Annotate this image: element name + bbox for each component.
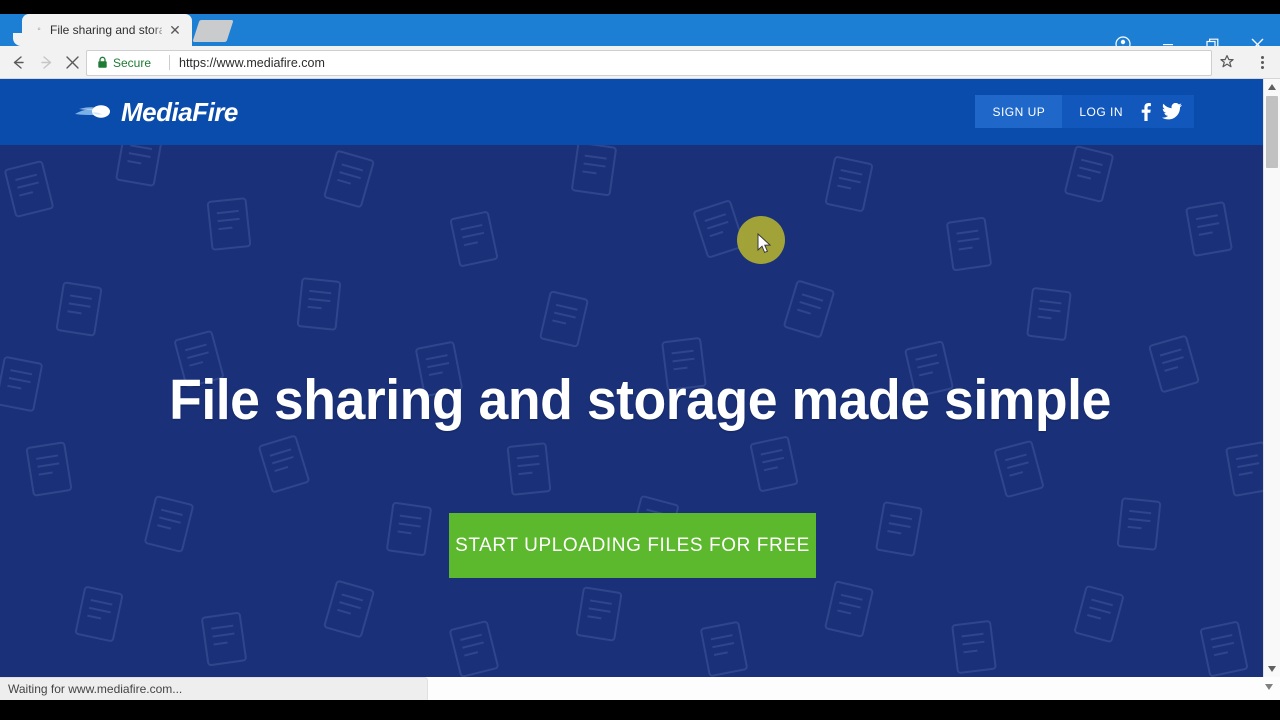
scroll-up-icon[interactable] (1264, 79, 1280, 95)
facebook-icon[interactable] (1137, 102, 1153, 121)
tab-strip: ◦ File sharing and storage made simple ✕ (0, 14, 1280, 52)
titlebar-top-filler (0, 0, 1280, 14)
social-links (1137, 95, 1194, 128)
twitter-icon[interactable] (1162, 103, 1182, 120)
forward-arrow-icon (34, 50, 58, 74)
menu-dot (1260, 65, 1264, 69)
hero-section: File sharing and storage made simple STA… (0, 145, 1280, 677)
security-label: Secure (113, 56, 152, 70)
close-icon[interactable]: ✕ (168, 23, 182, 37)
star-icon[interactable] (1216, 51, 1238, 73)
caret-down-icon[interactable] (1264, 682, 1274, 692)
page-icon: ◦ (37, 24, 41, 35)
mediafire-logo[interactable]: MediaFire (74, 95, 238, 129)
menu-dot (1260, 60, 1264, 64)
stop-loading-icon[interactable] (60, 50, 84, 74)
screen: ◦ File sharing and storage made simple ✕ (0, 0, 1280, 720)
brand-name: MediaFire (121, 96, 238, 127)
status-bubble: Waiting for www.mediafire.com... (0, 677, 428, 700)
new-tab-icon[interactable] (192, 20, 234, 42)
status-bar-area: Waiting for www.mediafire.com... (0, 677, 1280, 700)
menu-dot (1260, 55, 1264, 59)
omnibox-divider (169, 55, 170, 70)
browser-tab[interactable]: ◦ File sharing and storage made simple ✕ (13, 14, 192, 46)
page-viewport: MediaFire File sharing and storage made … (0, 79, 1280, 677)
page-scrollbar[interactable] (1263, 79, 1280, 677)
lock-icon (97, 56, 109, 70)
scrollbar-thumb[interactable] (1266, 96, 1278, 168)
tab-title-fade (152, 22, 168, 40)
page-title: File sharing and storage made simple (169, 368, 1111, 432)
letterbox-bottom (0, 700, 1280, 720)
browser-titlebar: ◦ File sharing and storage made simple ✕ (0, 0, 1280, 52)
scroll-down-icon[interactable] (1264, 661, 1280, 677)
mouse-pointer-icon (757, 232, 772, 260)
header-actions: SIGN UP LOG IN (975, 95, 1194, 128)
three-dot-menu-icon[interactable] (1252, 51, 1272, 73)
mediafire-comet-icon (74, 101, 114, 123)
sign-up-button[interactable]: SIGN UP (975, 95, 1063, 128)
browser-toolbar: Secure https://www.mediafire.com (0, 46, 1280, 79)
status-text: Waiting for www.mediafire.com... (8, 682, 183, 696)
log-in-button[interactable]: LOG IN (1062, 95, 1137, 128)
address-bar[interactable]: Secure https://www.mediafire.com (86, 50, 1212, 76)
start-uploading-button[interactable]: START UPLOADING FILES FOR FREE (449, 513, 816, 578)
url-text[interactable]: https://www.mediafire.com (179, 55, 325, 71)
tab-title: File sharing and storage made simple (50, 23, 162, 37)
back-arrow-icon[interactable] (6, 50, 30, 74)
